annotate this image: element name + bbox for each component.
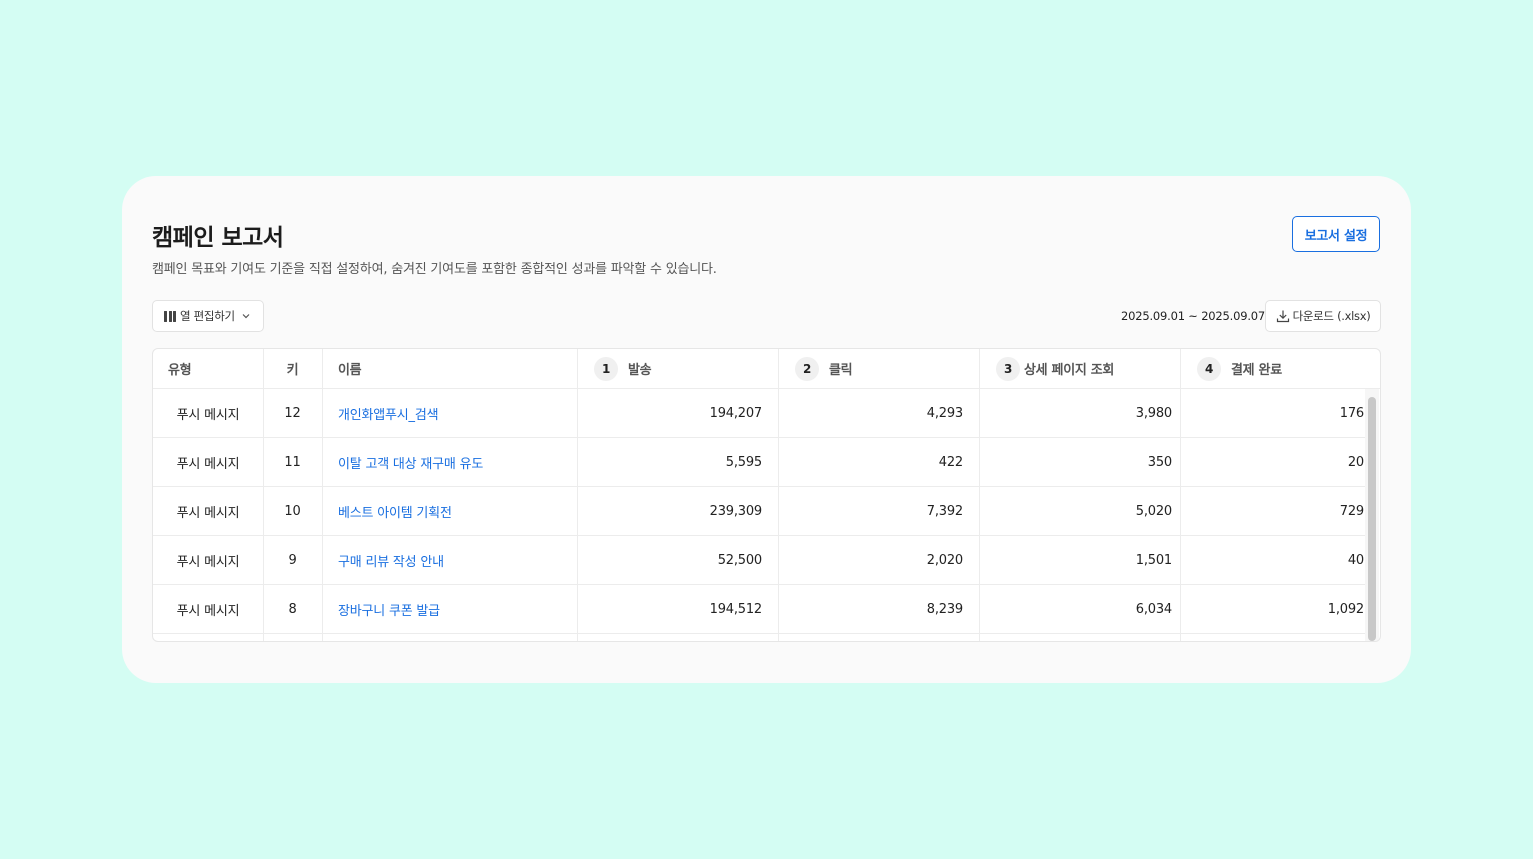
header-detail-views[interactable]: 3 상세 페이지 조회 — [996, 349, 1180, 388]
download-button[interactable]: 다운로드 (.xlsx) — [1265, 300, 1381, 332]
table-row[interactable]: 푸시 메시지 10 베스트 아이템 기획전 239,309 7,392 5,02… — [153, 487, 1365, 536]
download-icon — [1276, 310, 1289, 323]
header-sent-label: 발송 — [628, 363, 652, 378]
table-row[interactable]: 푸시 메시지 8 장바구니 쿠폰 발급 194,512 8,239 6,034 … — [153, 585, 1365, 634]
cell-type: 푸시 메시지 — [176, 554, 240, 570]
cell-clicks: 422 — [938, 454, 963, 470]
campaign-name-link[interactable]: 이탈 고객 대상 재구매 유도 — [338, 438, 577, 486]
header-name[interactable]: 이름 — [338, 349, 577, 388]
cell-key: 10 — [284, 503, 301, 519]
header-key[interactable]: 키 — [263, 349, 322, 388]
cell-key: 8 — [288, 601, 297, 617]
cell-clicks: 7,392 — [926, 503, 963, 519]
table-row[interactable]: 푸시 메시지 12 개인화앱푸시_검색 194,207 4,293 3,980 … — [153, 389, 1365, 438]
cell-purchases: 729 — [1339, 503, 1364, 519]
report-card: 캠페인 보고서 캠페인 목표와 기여도 기준을 직접 설정하여, 숨겨진 기여도… — [122, 176, 1411, 683]
header-type[interactable]: 유형 — [168, 349, 263, 388]
funnel-step-badge: 4 — [1197, 356, 1221, 381]
cell-sent: 194,512 — [709, 601, 763, 617]
funnel-step-badge: 2 — [795, 356, 819, 381]
campaign-name-link[interactable]: 개인화앱푸시_검색 — [338, 389, 577, 437]
cell-clicks: 8,239 — [926, 601, 963, 617]
table-header: 유형 키 이름 1 발송 2 클릭 3 상세 페이지 조회 4 결제 완료 — [153, 349, 1380, 389]
cell-purchases: 1,092 — [1327, 601, 1364, 617]
cell-detail-views: 5,020 — [1135, 503, 1172, 519]
cell-key: 11 — [284, 454, 301, 470]
date-range: 2025.09.01 ~ 2025.09.07 — [1121, 309, 1266, 323]
cell-detail-views: 6,034 — [1135, 601, 1172, 617]
cell-sent: 52,500 — [717, 552, 762, 568]
cell-sent: 194,207 — [709, 405, 763, 421]
campaign-name-link[interactable]: 장바구니 쿠폰 발급 — [338, 585, 577, 633]
funnel-step-badge: 3 — [996, 356, 1020, 381]
download-label: 다운로드 (.xlsx) — [1292, 309, 1371, 323]
cell-type: 푸시 메시지 — [176, 407, 240, 423]
columns-icon — [164, 310, 176, 322]
campaign-table: 유형 키 이름 1 발송 2 클릭 3 상세 페이지 조회 4 결제 완료 푸시… — [152, 348, 1381, 642]
cell-detail-views: 3,980 — [1135, 405, 1172, 421]
cell-purchases: 40 — [1347, 552, 1364, 568]
header-clicks[interactable]: 2 클릭 — [795, 349, 979, 388]
cell-purchases: 176 — [1339, 405, 1364, 421]
cell-detail-views: 1,501 — [1135, 552, 1172, 568]
page-subtitle: 캠페인 목표와 기여도 기준을 직접 설정하여, 숨겨진 기여도를 포함한 종합… — [152, 262, 717, 277]
cell-type: 푸시 메시지 — [176, 603, 240, 619]
campaign-name-link[interactable]: 베스트 아이템 기획전 — [338, 487, 577, 535]
table-row[interactable]: 푸시 메시지 11 이탈 고객 대상 재구매 유도 5,595 422 350 … — [153, 438, 1365, 487]
campaign-name-link[interactable]: 구매 리뷰 작성 안내 — [338, 536, 577, 584]
page-title: 캠페인 보고서 — [152, 225, 284, 251]
cell-key: 9 — [288, 552, 297, 568]
funnel-step-badge: 1 — [594, 356, 618, 381]
header-purchases[interactable]: 4 결제 완료 — [1197, 349, 1367, 388]
header-sent[interactable]: 1 발송 — [594, 349, 778, 388]
header-detail-views-label: 상세 페이지 조회 — [1024, 363, 1115, 378]
header-clicks-label: 클릭 — [829, 363, 853, 378]
header-purchases-label: 결제 완료 — [1231, 363, 1282, 378]
chevron-down-icon — [242, 314, 250, 319]
report-settings-button[interactable]: 보고서 설정 — [1292, 216, 1380, 252]
cell-sent: 5,595 — [725, 454, 762, 470]
cell-type: 푸시 메시지 — [176, 505, 240, 521]
cell-sent: 239,309 — [709, 503, 763, 519]
cell-clicks: 2,020 — [926, 552, 963, 568]
column-edit-label: 열 편집하기 — [180, 309, 235, 323]
cell-purchases: 20 — [1347, 454, 1364, 470]
cell-clicks: 4,293 — [926, 405, 963, 421]
table-row[interactable]: 푸시 메시지 9 구매 리뷰 작성 안내 52,500 2,020 1,501 … — [153, 536, 1365, 585]
cell-detail-views: 350 — [1147, 454, 1172, 470]
column-edit-button[interactable]: 열 편집하기 — [152, 300, 264, 332]
table-scrollbar-thumb[interactable] — [1368, 397, 1376, 641]
cell-type: 푸시 메시지 — [176, 456, 240, 472]
cell-key: 12 — [284, 405, 301, 421]
